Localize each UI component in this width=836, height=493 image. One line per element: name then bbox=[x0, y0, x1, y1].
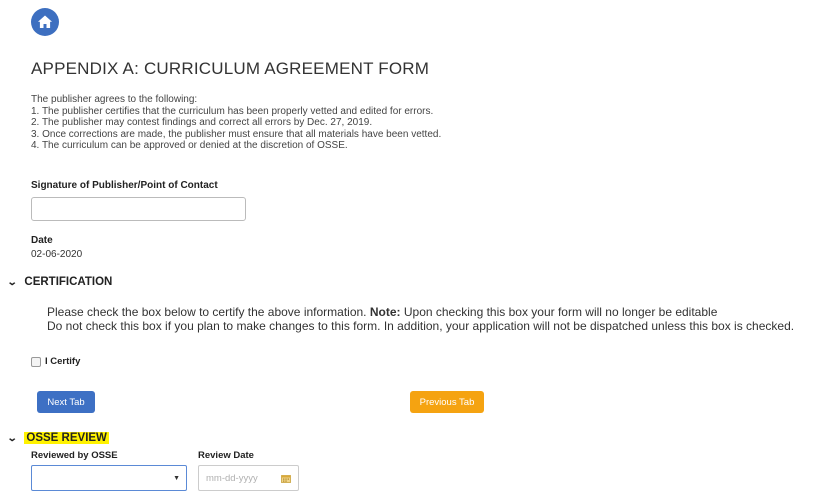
date-value: 02-06-2020 bbox=[31, 249, 83, 260]
certification-line-2: Do not check this box if you plan to mak… bbox=[47, 319, 795, 333]
certification-line-1: Please check the box below to certify th… bbox=[47, 305, 794, 319]
dropdown-caret-icon: ▼ bbox=[173, 475, 180, 482]
agreement-intro: The publisher agrees to the following: bbox=[31, 94, 198, 105]
reviewed-by-label: Reviewed by OSSE bbox=[31, 450, 118, 461]
page-title: APPENDIX A: CURRICULUM AGREEMENT FORM bbox=[31, 59, 430, 78]
agreement-item: 2. The publisher may contest findings an… bbox=[31, 117, 373, 129]
form-page: APPENDIX A: CURRICULUM AGREEMENT FORM Th… bbox=[0, 0, 836, 493]
certification-instructions: Please check the box below to certify th… bbox=[47, 305, 794, 333]
chevron-down-icon: ⌄ bbox=[6, 432, 18, 444]
date-label: Date bbox=[31, 235, 53, 246]
review-date-input[interactable]: mm-dd-yyyy bbox=[198, 465, 299, 491]
review-date-placeholder: mm-dd-yyyy bbox=[206, 473, 258, 484]
signature-input[interactable] bbox=[31, 197, 246, 221]
home-button[interactable] bbox=[31, 8, 59, 36]
certification-section-toggle[interactable]: ⌄ CERTIFICATION bbox=[6, 276, 113, 288]
certify-label: I Certify bbox=[45, 356, 81, 367]
chevron-down-icon: ⌄ bbox=[6, 276, 18, 288]
certification-note-label: Note: bbox=[369, 305, 401, 319]
agreement-text: The publisher agrees to the following: 1… bbox=[31, 94, 441, 152]
reviewed-by-select[interactable]: ▼ bbox=[31, 465, 187, 491]
certification-line-1-prefix: Please check the box below to certify th… bbox=[47, 305, 370, 319]
osse-review-heading: OSSE REVIEW bbox=[24, 432, 109, 444]
certification-line-1-suffix: Upon checking this box your form will no… bbox=[400, 305, 718, 319]
calendar-icon[interactable] bbox=[281, 474, 291, 483]
agreement-item: 4. The curriculum can be approved or den… bbox=[31, 140, 348, 152]
previous-tab-button[interactable]: Previous Tab bbox=[410, 391, 484, 413]
agreement-item: 1. The publisher certifies that the curr… bbox=[31, 105, 434, 117]
next-tab-button[interactable]: Next Tab bbox=[37, 391, 95, 413]
certification-heading: CERTIFICATION bbox=[24, 276, 113, 288]
review-date-label: Review Date bbox=[198, 450, 254, 461]
certify-option[interactable]: I Certify bbox=[31, 356, 80, 367]
certify-checkbox[interactable] bbox=[31, 356, 41, 367]
osse-review-section-toggle[interactable]: ⌄ OSSE REVIEW bbox=[6, 432, 109, 444]
agreement-item: 3. Once corrections are made, the publis… bbox=[31, 128, 442, 140]
signature-label: Signature of Publisher/Point of Contact bbox=[31, 180, 218, 191]
home-icon bbox=[38, 15, 52, 28]
